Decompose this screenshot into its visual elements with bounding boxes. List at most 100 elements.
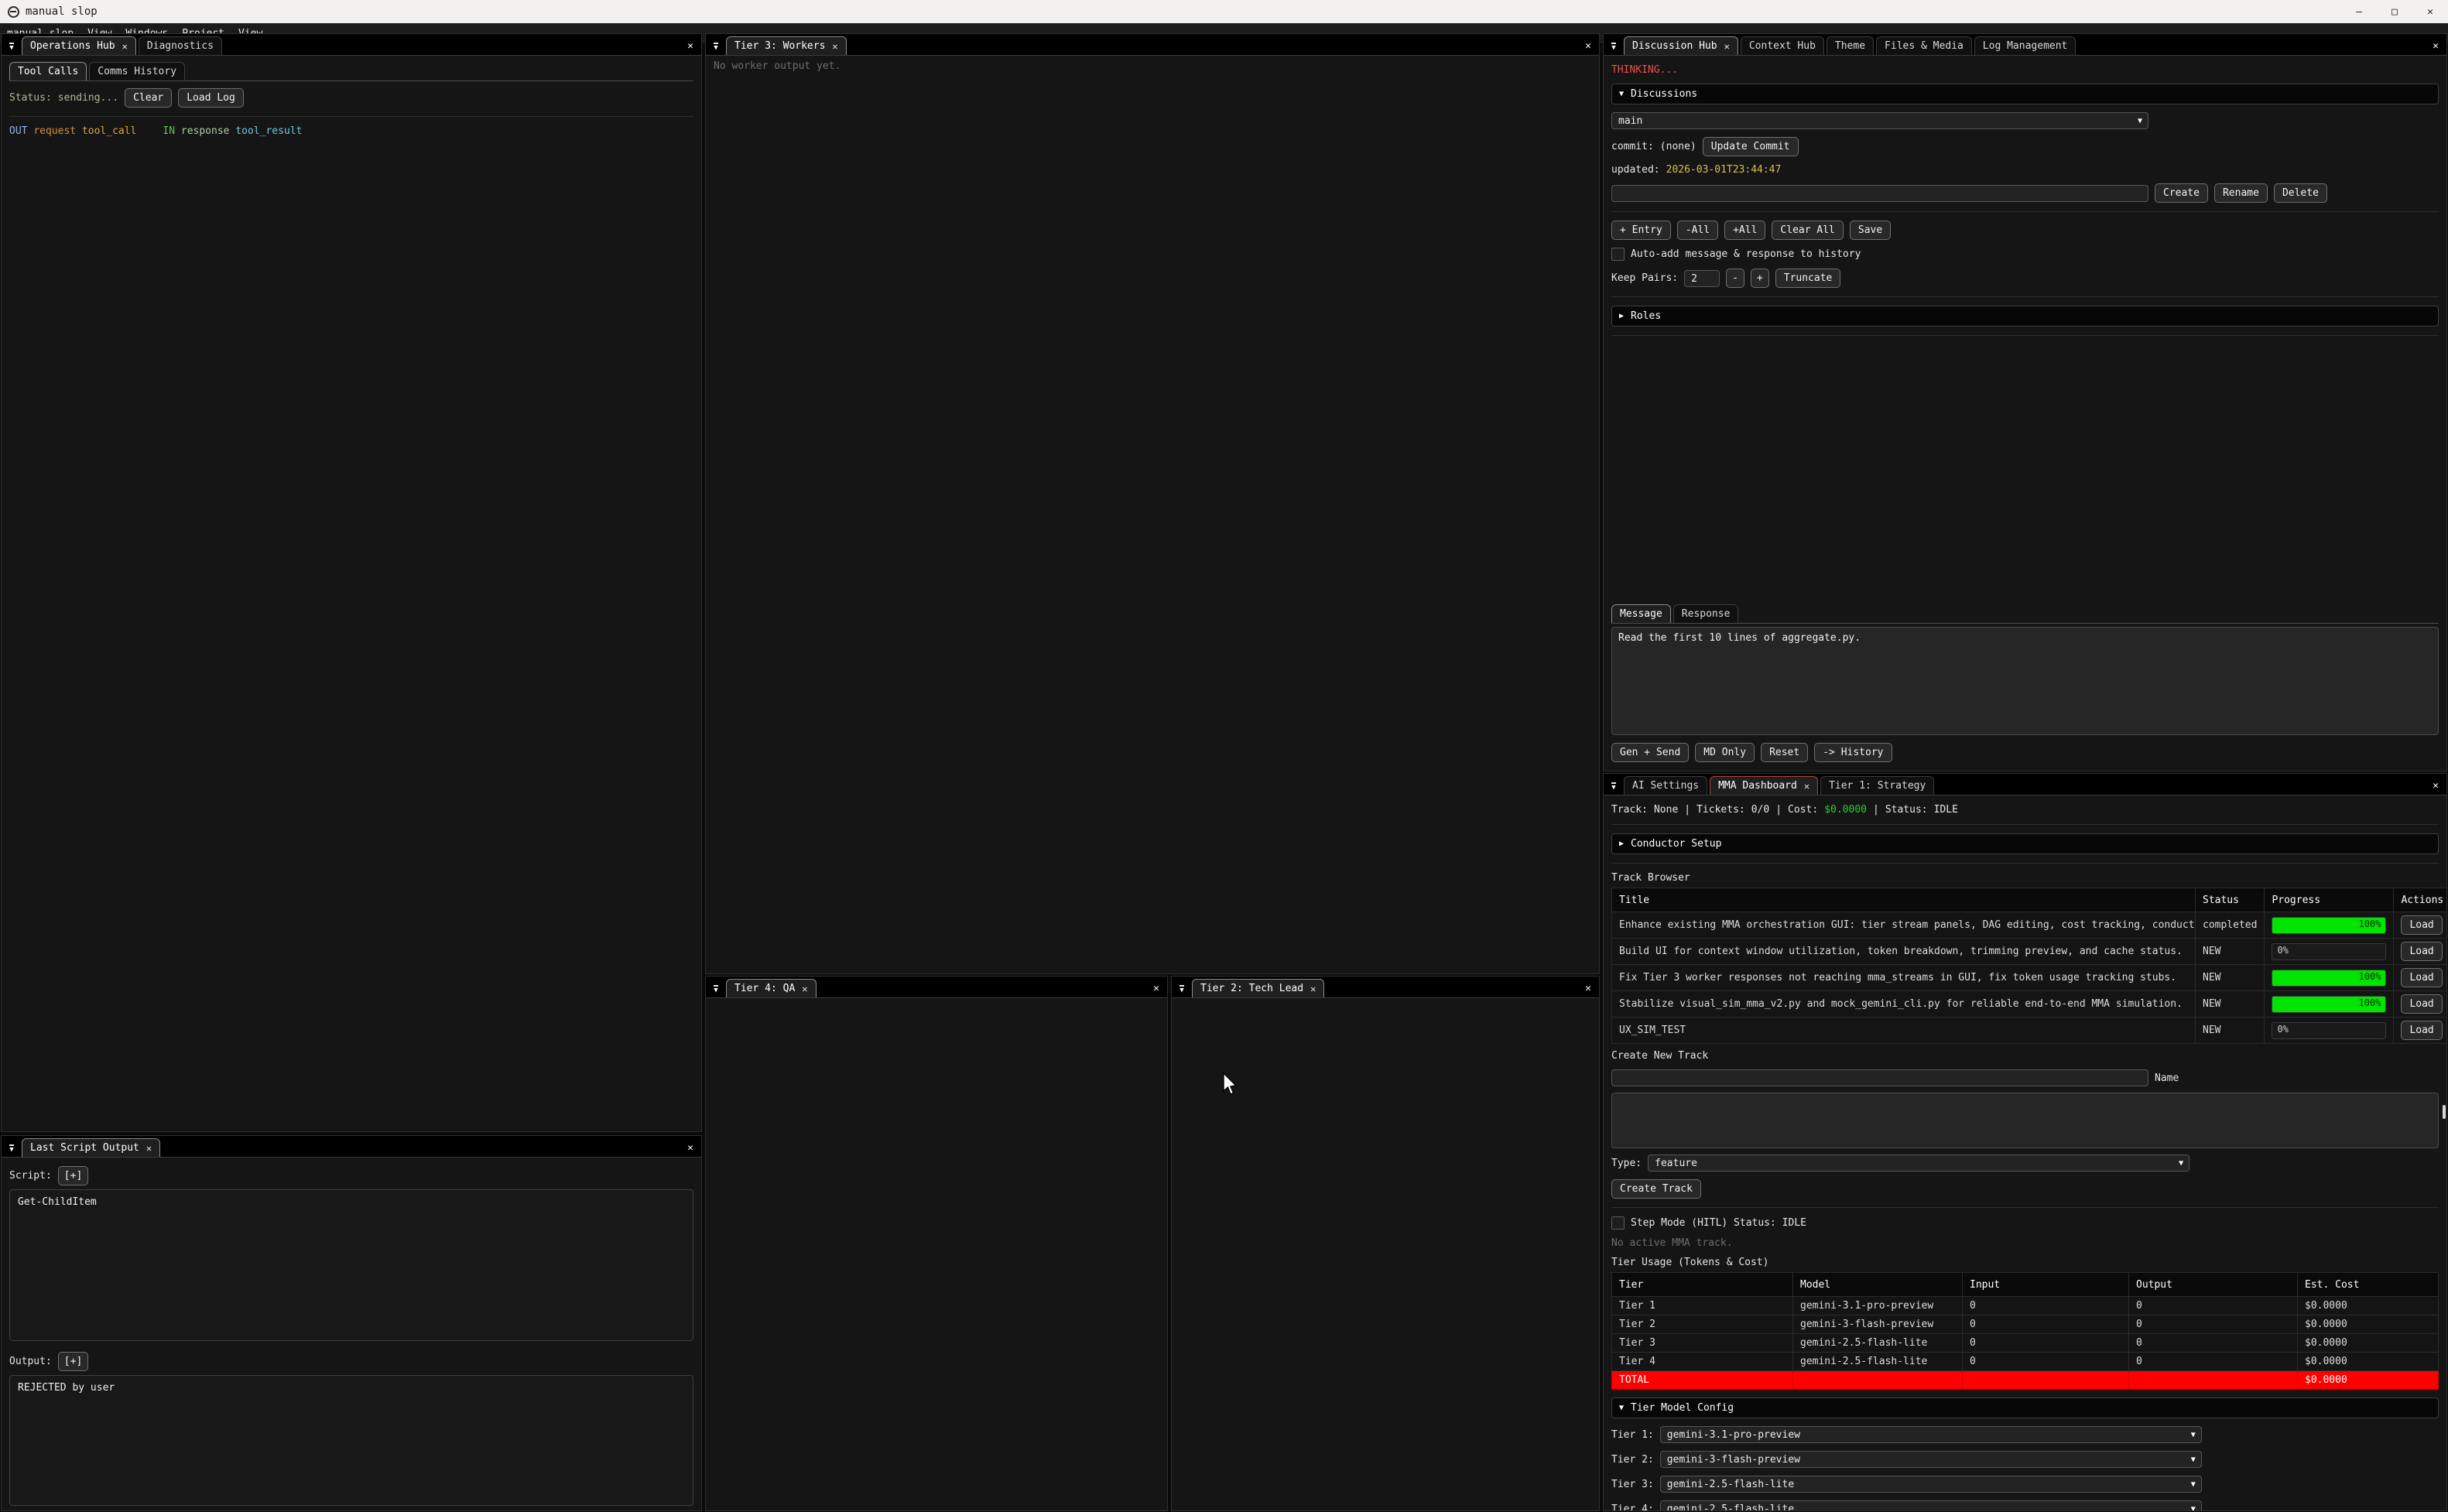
track-type-select[interactable]: feature (1648, 1155, 2190, 1172)
message-textarea[interactable]: Read the first 10 lines of aggregate.py. (1611, 627, 2439, 735)
tab-close-icon[interactable]: ✕ (1804, 781, 1809, 792)
to-history-button[interactable]: -> History (1814, 743, 1892, 762)
close-button[interactable]: ✕ (2412, 0, 2448, 23)
panel-close-icon[interactable]: ✕ (2425, 780, 2446, 792)
load-track-button[interactable]: Load (2401, 915, 2442, 935)
column-header: Model (1793, 1273, 1963, 1297)
panel-close-icon[interactable]: ✕ (2425, 40, 2446, 52)
script-expand-button[interactable]: [+] (58, 1166, 88, 1185)
conductor-setup-collapsing-header[interactable]: ▶ Conductor Setup (1611, 833, 2439, 854)
tab-ai-settings[interactable]: AI Settings (1624, 776, 1707, 795)
table-row[interactable]: Enhance existing MMA orchestration GUI: … (1612, 912, 2447, 939)
tier1-model-select[interactable]: gemini-3.1-pro-preview (1660, 1426, 2202, 1443)
script-text-box[interactable]: Get-ChildItem (9, 1189, 693, 1341)
panel-close-icon[interactable]: ✕ (680, 1142, 701, 1154)
roles-collapsing-header[interactable]: ▶ Roles (1611, 306, 2439, 327)
minimize-button[interactable]: — (2341, 0, 2377, 23)
md-only-button[interactable]: MD Only (1695, 743, 1755, 762)
mouse-cursor (1223, 1072, 1240, 1096)
load-log-button[interactable]: Load Log (178, 88, 244, 108)
pair-minus-button[interactable]: - (1726, 269, 1744, 288)
table-row[interactable]: Stabilize visual_sim_mma_v2.py and mock_… (1612, 991, 2447, 1018)
clear-button[interactable]: Clear (125, 88, 172, 108)
create-track-button[interactable]: Create Track (1611, 1179, 1701, 1199)
chevron-right-icon: ▶ (1619, 312, 1624, 320)
panel-menu-icon[interactable]: ▼ (706, 980, 726, 997)
create-discussion-button[interactable]: Create (2155, 183, 2208, 203)
tab-label: Last Script Output (30, 1142, 139, 1154)
tier3-model-select[interactable]: gemini-2.5-flash-lite (1660, 1476, 2202, 1493)
panel-menu-icon[interactable]: ▼ (2, 38, 22, 55)
tab-discussion-hub[interactable]: Discussion Hub ✕ (1624, 36, 1738, 55)
tier2-model-select[interactable]: gemini-3-flash-preview (1660, 1451, 2202, 1468)
tab-close-icon[interactable]: ✕ (1310, 983, 1316, 994)
truncate-button[interactable]: Truncate (1775, 269, 1841, 288)
tab-theme[interactable]: Theme (1827, 36, 1874, 55)
panel-menu-icon[interactable]: ▼ (1172, 980, 1192, 997)
tab-close-icon[interactable]: ✕ (802, 983, 807, 994)
table-row[interactable]: Build UI for context window utilization,… (1612, 939, 2447, 965)
rename-discussion-button[interactable]: Rename (2214, 183, 2268, 203)
tab-close-icon[interactable]: ✕ (1724, 41, 1730, 52)
load-track-button[interactable]: Load (2401, 942, 2442, 961)
tab-last-script-output[interactable]: Last Script Output ✕ (22, 1138, 160, 1157)
load-track-button[interactable]: Load (2401, 1021, 2442, 1040)
clear-all-button[interactable]: Clear All (1772, 221, 1843, 240)
load-track-button[interactable]: Load (2401, 994, 2442, 1014)
tab-tier3-workers[interactable]: Tier 3: Workers ✕ (726, 36, 847, 55)
new-track-name-input[interactable] (1611, 1069, 2148, 1086)
tier4-model-select[interactable]: gemini-2.5-flash-lite (1660, 1500, 2202, 1510)
table-row[interactable]: Fix Tier 3 worker responses not reaching… (1612, 965, 2447, 991)
tab-files-media[interactable]: Files & Media (1876, 36, 1972, 55)
tab-close-icon[interactable]: ✕ (122, 41, 128, 52)
panel-close-icon[interactable]: ✕ (1577, 983, 1599, 994)
new-track-description-textarea[interactable] (1611, 1093, 2439, 1148)
update-commit-button[interactable]: Update Commit (1703, 137, 1799, 156)
tab-tier2-tech-lead[interactable]: Tier 2: Tech Lead ✕ (1192, 979, 1324, 997)
tab-operations-hub[interactable]: Operations Hub ✕ (22, 36, 136, 55)
tab-mma-dashboard[interactable]: MMA Dashboard ✕ (1710, 776, 1818, 795)
tab-message[interactable]: Message (1611, 604, 1671, 623)
panel-menu-icon[interactable]: ▼ (2, 1140, 22, 1157)
output-expand-button[interactable]: [+] (58, 1352, 88, 1371)
step-mode-checkbox[interactable] (1611, 1216, 1625, 1230)
output-text-box[interactable]: REJECTED by user (9, 1375, 693, 1506)
discussions-collapsing-header[interactable]: ▼ Discussions (1611, 84, 2439, 104)
operations-hub-panel: ▼ Operations Hub ✕ Diagnostics ✕ Tool Ca… (2, 34, 701, 1131)
column-header: Tier (1612, 1273, 1793, 1297)
tab-tier4-qa[interactable]: Tier 4: QA ✕ (726, 979, 817, 997)
usage-tier: Tier 3 (1612, 1334, 1793, 1353)
pair-plus-button[interactable]: + (1751, 269, 1769, 288)
subtab-tool-calls[interactable]: Tool Calls (9, 62, 87, 80)
scrollbar-thumb[interactable] (2443, 1105, 2446, 1119)
plus-all-button[interactable]: +All (1724, 221, 1765, 240)
delete-discussion-button[interactable]: Delete (2274, 183, 2327, 203)
auto-add-checkbox[interactable] (1611, 248, 1625, 261)
tab-close-icon[interactable]: ✕ (146, 1143, 152, 1154)
subtab-comms-history[interactable]: Comms History (89, 62, 185, 80)
panel-menu-icon[interactable]: ▼ (1604, 38, 1624, 55)
tab-tier1-strategy[interactable]: Tier 1: Strategy (1820, 776, 1934, 795)
keep-pairs-input[interactable]: 2 (1684, 270, 1720, 287)
add-entry-button[interactable]: + Entry (1611, 221, 1671, 240)
tab-diagnostics[interactable]: Diagnostics (139, 36, 222, 55)
table-row[interactable]: UX_SIM_TEST NEW 0% Load (1612, 1018, 2447, 1044)
tab-context-hub[interactable]: Context Hub (1741, 36, 1824, 55)
tab-log-management[interactable]: Log Management (1974, 36, 2077, 55)
reset-button[interactable]: Reset (1761, 743, 1808, 762)
panel-menu-icon[interactable]: ▼ (1604, 778, 1624, 795)
load-track-button[interactable]: Load (2401, 968, 2442, 987)
panel-close-icon[interactable]: ✕ (680, 40, 701, 52)
tab-response[interactable]: Response (1673, 604, 1739, 623)
tier-model-config-collapsing-header[interactable]: ▼ Tier Model Config (1611, 1397, 2439, 1418)
panel-close-icon[interactable]: ✕ (1577, 40, 1599, 52)
discussion-select[interactable]: main (1611, 112, 2148, 129)
panel-menu-icon[interactable]: ▼ (706, 38, 726, 55)
gen-send-button[interactable]: Gen + Send (1611, 743, 1689, 762)
minus-all-button[interactable]: -All (1677, 221, 1718, 240)
tab-close-icon[interactable]: ✕ (832, 41, 837, 52)
save-button[interactable]: Save (1850, 221, 1891, 240)
maximize-button[interactable]: □ (2377, 0, 2412, 23)
discussion-name-input[interactable] (1611, 185, 2148, 202)
panel-close-icon[interactable]: ✕ (1145, 983, 1167, 994)
